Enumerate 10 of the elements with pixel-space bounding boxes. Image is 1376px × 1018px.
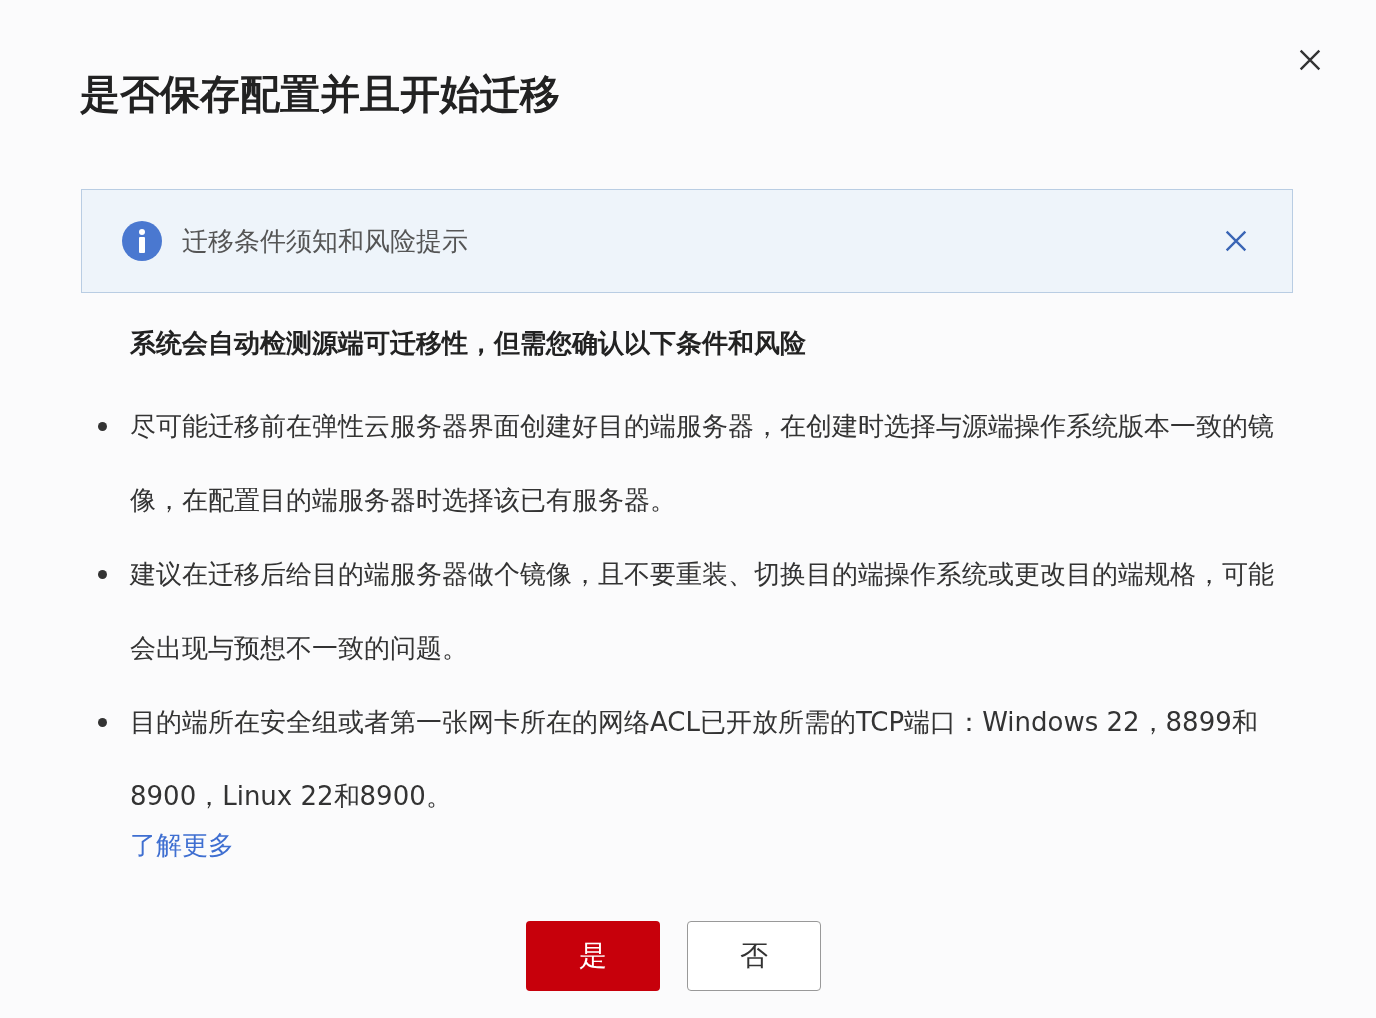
bullet-text: 目的端所在安全组或者第一张网卡所在的网络ACL已开放所需的TCP端口：Windows 22，8899和8900，Linux 22和8900。 bbox=[130, 706, 1259, 813]
cancel-button[interactable]: 否 bbox=[686, 921, 821, 991]
dialog-title: 是否保存配置并且开始迁移 bbox=[80, 70, 560, 119]
info-icon bbox=[122, 221, 162, 261]
intro-text: 系统会自动检测源端可迁移性，但需您确认以下条件和风险 bbox=[130, 327, 807, 360]
learn-more-link[interactable]: 了解更多 bbox=[130, 825, 234, 865]
confirm-button[interactable]: 是 bbox=[525, 921, 660, 991]
banner-text: 迁移条件须知和风险提示 bbox=[182, 224, 469, 258]
bullet-text: 尽可能迁移前在弹性云服务器界面创建好目的端服务器，在创建时选择与源端操作系统版本一致的镜像，在配置目的端服务器时选择该已有服务器。 bbox=[130, 410, 1275, 517]
bullet-text: 建议在迁移后给目的端服务器做个镜像，且不要重装、切换目的端操作系统或更改目的端规格，可能会出现与预想不一致的问题。 bbox=[130, 558, 1275, 665]
